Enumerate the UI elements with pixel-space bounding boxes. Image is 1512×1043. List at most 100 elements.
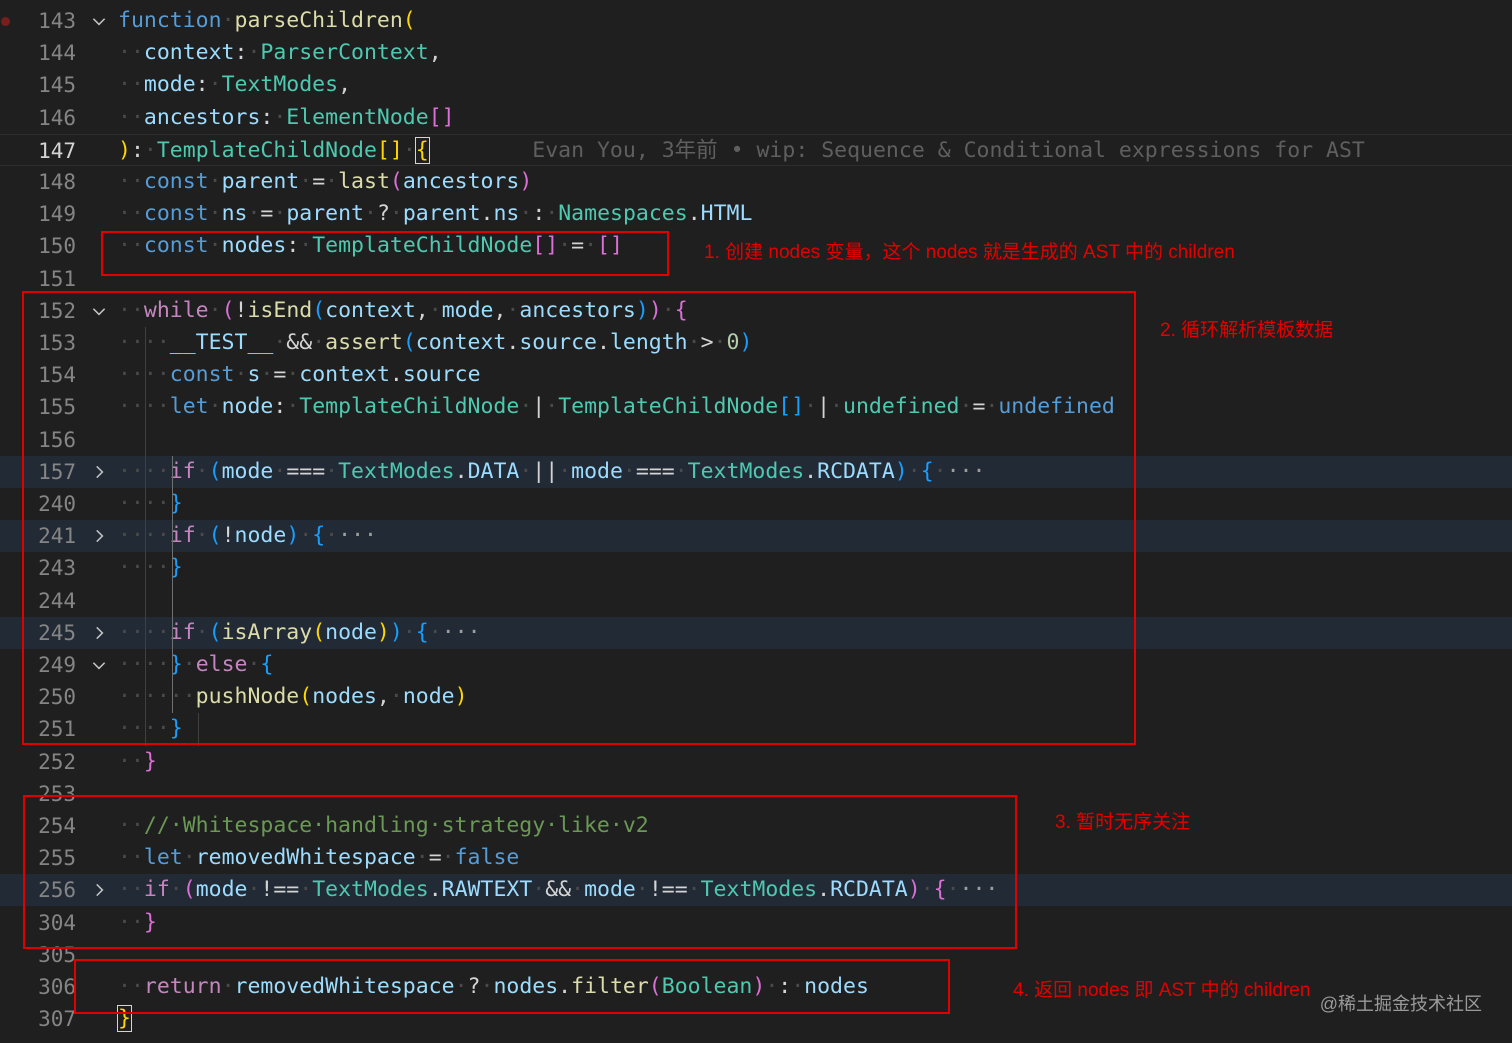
code-line[interactable]: 148 ··const·parent·=·last(ancestors)	[0, 166, 1512, 198]
code-token: ·	[208, 72, 222, 98]
code-token: ·	[325, 169, 339, 194]
code-text[interactable]: ··context:·ParserContext,	[118, 40, 442, 66]
code-token: :	[130, 137, 144, 163]
code-line[interactable]: 144 ··context:·ParserContext,	[0, 37, 1512, 69]
line-number: 145	[38, 73, 76, 98]
annotation-text-4: 4. 返回 nodes 即 AST 中的 children	[1013, 980, 1311, 1001]
line-number: 148	[38, 170, 76, 194]
code-token: )	[118, 137, 131, 163]
code-token: context	[143, 40, 235, 66]
line-number: 306	[38, 975, 76, 999]
code-token: ··	[118, 201, 144, 227]
code-token: const	[143, 169, 209, 194]
code-token: ·	[208, 169, 222, 194]
code-token: HTML	[700, 201, 753, 227]
code-token: (	[389, 169, 403, 194]
annotation-text-3: 3. 暂时无序关注	[1055, 812, 1191, 833]
code-line[interactable]: 146 ··ancestors:·ElementNode[]	[0, 102, 1512, 134]
code-line[interactable]: 149 ··const·ns·=·parent·?·parent.ns·:·Nam…	[0, 198, 1512, 230]
code-text[interactable]: ):·TemplateChildNode[]·{ Evan You, 3年前 •…	[118, 136, 1365, 164]
code-token: :	[532, 201, 546, 227]
code-token: .	[687, 201, 701, 227]
code-token: :	[260, 104, 274, 130]
annotation-box-2	[22, 291, 1136, 745]
code-token: ·	[221, 8, 235, 33]
line-number: 149	[38, 202, 76, 227]
code-text[interactable]: ··}	[118, 749, 157, 775]
code-line[interactable]: 252 ··}	[0, 746, 1512, 778]
annotation-text-2: 2. 循环解析模板数据	[1160, 320, 1334, 341]
code-token: ·	[247, 40, 261, 66]
code-token: ·	[247, 201, 261, 227]
code-token: ·	[273, 104, 287, 130]
line-number: 151	[38, 266, 76, 291]
code-token: function	[118, 8, 222, 33]
line-number: 307	[38, 1007, 76, 1032]
code-token: ·	[545, 201, 559, 227]
code-token: ancestors	[402, 169, 520, 194]
code-token: :	[195, 72, 209, 98]
line-number: 147	[38, 138, 76, 163]
code-token: ··	[118, 169, 144, 194]
breakpoint-icon[interactable]	[1, 17, 10, 26]
code-token: []	[428, 104, 455, 130]
annotation-text-1: 1. 创建 nodes 变量，这个 nodes 就是生成的 AST 中的 chi…	[704, 242, 1235, 263]
code-token: ··	[118, 748, 144, 774]
code-token: parseChildren	[234, 8, 403, 33]
code-token: Namespaces	[558, 201, 688, 227]
code-token: ,	[428, 40, 442, 66]
code-token: mode	[143, 72, 196, 98]
code-token: .	[480, 201, 494, 227]
code-token: ·	[402, 137, 416, 163]
annotation-box-1	[101, 231, 669, 276]
code-token: ·	[519, 201, 533, 227]
code-token: const	[143, 201, 209, 227]
watermark: @稀土掘金技术社区	[1319, 994, 1482, 1014]
code-token: (	[402, 8, 416, 33]
line-number: 143	[38, 9, 76, 33]
code-token: ·	[143, 137, 157, 163]
code-token: ancestors	[143, 104, 261, 130]
code-text[interactable]: ··mode:·TextModes,	[118, 72, 351, 98]
code-line[interactable]: 147 ):·TemplateChildNode[]·{ Evan You, 3年…	[0, 133, 1512, 166]
code-token: {	[414, 136, 430, 164]
line-number: 252	[38, 749, 76, 774]
code-token: TextModes	[221, 72, 339, 98]
chevron-down-icon[interactable]	[90, 9, 110, 33]
code-token: ,	[338, 72, 352, 98]
code-token: ns	[221, 201, 248, 227]
code-token: parent	[221, 169, 300, 194]
code-token: ?	[376, 201, 390, 227]
line-number: 150	[38, 234, 76, 259]
code-token: ·	[364, 201, 377, 227]
code-token: parent	[402, 201, 481, 227]
code-token: ns	[493, 201, 520, 227]
code-text[interactable]: ··ancestors:·ElementNode[]	[118, 105, 455, 131]
code-token: :	[234, 40, 248, 66]
code-line[interactable]: 143 function·parseChildren(	[0, 5, 1512, 37]
code-token: ··	[118, 104, 144, 130]
code-token: ·	[389, 201, 403, 227]
code-token: parent	[286, 201, 364, 227]
code-token: last	[338, 169, 390, 194]
code-text[interactable]: ··const·ns·=·parent·?·parent.ns·:·Namesp…	[118, 201, 752, 227]
code-line[interactable]: 145 ··mode:·TextModes,	[0, 69, 1512, 101]
line-number: 146	[38, 105, 76, 130]
code-text[interactable]: function·parseChildren(	[118, 8, 416, 34]
code-token: ··	[118, 72, 144, 98]
line-number: 144	[38, 41, 76, 66]
code-token: )	[519, 169, 533, 194]
annotation-box-4	[74, 959, 950, 1014]
annotation-box-3	[23, 795, 1017, 949]
code-token: }	[143, 748, 157, 774]
code-token: =	[312, 169, 326, 194]
git-blame-annotation: Evan You, 3年前 • wip: Sequence & Conditio…	[428, 137, 1365, 163]
code-token: TemplateChildNode	[156, 137, 377, 163]
code-token: ··	[118, 40, 144, 66]
code-token: =	[260, 201, 274, 227]
code-token: ParserContext	[260, 40, 429, 66]
code-token: ·	[273, 201, 287, 227]
code-token: ·	[208, 201, 222, 227]
code-token: ElementNode	[286, 104, 429, 130]
code-text[interactable]: ··const·parent·=·last(ancestors)	[118, 169, 532, 195]
